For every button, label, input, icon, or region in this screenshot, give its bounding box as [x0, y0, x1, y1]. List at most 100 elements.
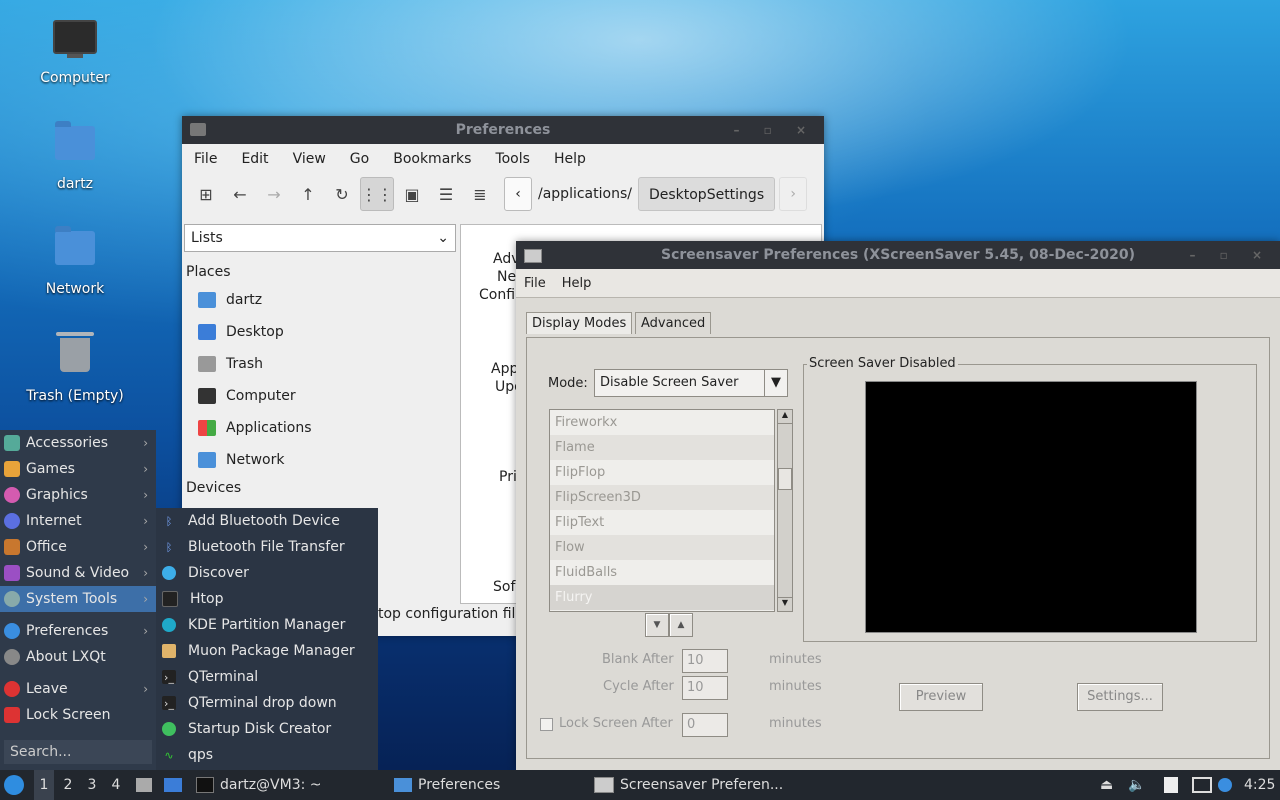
place-network[interactable]: Network — [182, 444, 458, 476]
window-controls[interactable]: – ▫ × — [1189, 241, 1272, 269]
submenu-item[interactable]: ›_ QTerminal — [156, 664, 378, 690]
tab-display-modes[interactable]: Display Modes — [526, 312, 633, 334]
scroll-down-icon[interactable]: ▼ — [778, 597, 792, 611]
thumbnail-view-icon[interactable]: ▣ — [396, 178, 428, 210]
info-icon — [4, 649, 20, 665]
blank-after-spinner[interactable]: 10 — [682, 649, 728, 673]
detail-view-icon[interactable]: ≣ — [464, 178, 496, 210]
path-right-arrow-icon[interactable]: › — [779, 177, 808, 211]
cycle-after-spinner[interactable]: 10 — [682, 676, 728, 700]
menu-file[interactable]: File — [516, 276, 554, 291]
place-computer[interactable]: Computer — [182, 380, 458, 412]
tray-clipboard[interactable] — [1164, 770, 1178, 800]
menu-bookmarks[interactable]: Bookmarks — [381, 151, 483, 167]
submenu-item[interactable]: ›_ QTerminal drop down — [156, 690, 378, 716]
tab-advanced[interactable]: Advanced — [635, 312, 712, 334]
submenu-item[interactable]: Muon Package Manager — [156, 638, 378, 664]
desktop-icon-computer[interactable]: Computer — [20, 16, 130, 86]
icon-view-icon[interactable]: ⋮⋮ — [360, 177, 394, 211]
forward-icon[interactable]: → — [258, 178, 290, 210]
menu-about[interactable]: About LXQt — [0, 644, 156, 670]
mode-select[interactable]: Disable Screen Saver ▼ — [594, 369, 788, 397]
task-terminal[interactable]: dartz@VM3: ~ — [196, 770, 386, 800]
menu-help[interactable]: Help — [542, 151, 598, 167]
submenu-item[interactable]: Startup Disk Creator — [156, 716, 378, 742]
path-segment[interactable]: /applications/ — [532, 178, 638, 210]
list-item[interactable]: Fireworkx — [550, 410, 774, 435]
menu-leave[interactable]: Leave › — [0, 676, 156, 702]
tray-updates[interactable] — [1218, 770, 1232, 800]
menu-tools[interactable]: Tools — [483, 151, 542, 167]
start-button[interactable] — [4, 770, 24, 800]
window-titlebar[interactable]: Screensaver Preferences (XScreenSaver 5.… — [516, 241, 1280, 269]
up-icon[interactable]: ↑ — [292, 178, 324, 210]
path-segment-current[interactable]: DesktopSettings — [637, 177, 776, 211]
menu-help[interactable]: Help — [554, 276, 600, 291]
place-desktop[interactable]: Desktop — [182, 316, 458, 348]
workspace-2[interactable]: 2 — [58, 770, 78, 800]
workspace-3[interactable]: 3 — [82, 770, 102, 800]
desktop-icon-home[interactable]: dartz — [20, 120, 130, 192]
tray-volume[interactable]: 🔈 — [1128, 770, 1145, 800]
task-preferences[interactable]: Preferences — [394, 770, 586, 800]
menu-system-tools[interactable]: System Tools › — [0, 586, 156, 612]
menu-office[interactable]: Office › — [0, 534, 156, 560]
menu-search-input[interactable]: Search... — [4, 740, 152, 764]
menu-graphics[interactable]: Graphics › — [0, 482, 156, 508]
list-item[interactable]: FluidBalls — [550, 560, 774, 585]
place-applications[interactable]: Applications — [182, 412, 458, 444]
place-home[interactable]: dartz — [182, 284, 458, 316]
place-trash[interactable]: Trash — [182, 348, 458, 380]
window-controls[interactable]: – ▫ × — [733, 116, 816, 144]
scroll-thumb[interactable] — [778, 468, 792, 490]
menu-accessories[interactable]: Accessories › — [0, 430, 156, 456]
compact-view-icon[interactable]: ☰ — [430, 178, 462, 210]
submenu-item[interactable]: ᛒ Bluetooth File Transfer — [156, 534, 378, 560]
list-item-selected[interactable]: Flurry — [550, 585, 774, 610]
menu-view[interactable]: View — [281, 151, 338, 167]
screensaver-list[interactable]: Fireworkx Flame FlipFlop FlipScreen3D Fl… — [549, 409, 775, 612]
workspace-1[interactable]: 1 — [34, 770, 54, 800]
menu-preferences[interactable]: Preferences › — [0, 618, 156, 644]
back-icon[interactable]: ← — [224, 178, 256, 210]
prev-mode-button[interactable]: ▼ — [645, 613, 669, 637]
new-tab-icon[interactable]: ⊞ — [190, 178, 222, 210]
menu-edit[interactable]: Edit — [229, 151, 280, 167]
tray-network[interactable] — [1192, 770, 1212, 800]
lock-checkbox[interactable] — [540, 718, 553, 731]
submenu-item[interactable]: ᛒ Add Bluetooth Device — [156, 508, 378, 534]
submenu-item[interactable]: KDE Partition Manager — [156, 612, 378, 638]
preview-button[interactable]: Preview — [899, 683, 983, 711]
quicklaunch-file-manager[interactable] — [136, 770, 152, 800]
window-titlebar[interactable]: Preferences – ▫ × — [182, 116, 824, 144]
next-mode-button[interactable]: ▲ — [669, 613, 693, 637]
scroll-up-icon[interactable]: ▲ — [778, 410, 792, 424]
list-item[interactable]: FlipText — [550, 510, 774, 535]
desktop-icon-network[interactable]: Network — [20, 225, 130, 297]
menu-file[interactable]: File — [182, 151, 229, 167]
list-item[interactable]: FlipScreen3D — [550, 485, 774, 510]
list-item[interactable]: Flame — [550, 435, 774, 460]
clock[interactable]: 4:25 — [1244, 770, 1275, 800]
menu-games[interactable]: Games › — [0, 456, 156, 482]
submenu-item[interactable]: ∿ qps — [156, 742, 378, 768]
path-left-arrow-icon[interactable]: ‹ — [504, 177, 532, 211]
desktop-icon-trash[interactable]: Trash (Empty) — [20, 330, 130, 404]
task-screensaver[interactable]: Screensaver Preferen... — [594, 770, 794, 800]
lock-after-spinner[interactable]: 0 — [682, 713, 728, 737]
menu-internet[interactable]: Internet › — [0, 508, 156, 534]
list-item[interactable]: FlipFlop — [550, 460, 774, 485]
menu-sound-video[interactable]: Sound & Video › — [0, 560, 156, 586]
menu-go[interactable]: Go — [338, 151, 381, 167]
list-item[interactable]: Flow — [550, 535, 774, 560]
workspace-4[interactable]: 4 — [106, 770, 126, 800]
sidebar-view-select[interactable]: Lists ⌄ — [184, 224, 456, 252]
settings-button[interactable]: Settings... — [1077, 683, 1163, 711]
tray-eject[interactable]: ⏏ — [1100, 770, 1113, 800]
quicklaunch-show-desktop[interactable] — [164, 770, 182, 800]
reload-icon[interactable]: ↻ — [326, 178, 358, 210]
list-scrollbar[interactable]: ▲ ▼ — [777, 409, 793, 612]
submenu-item[interactable]: Htop — [156, 586, 378, 612]
menu-lock-screen[interactable]: Lock Screen — [0, 702, 156, 728]
submenu-item[interactable]: Discover — [156, 560, 378, 586]
